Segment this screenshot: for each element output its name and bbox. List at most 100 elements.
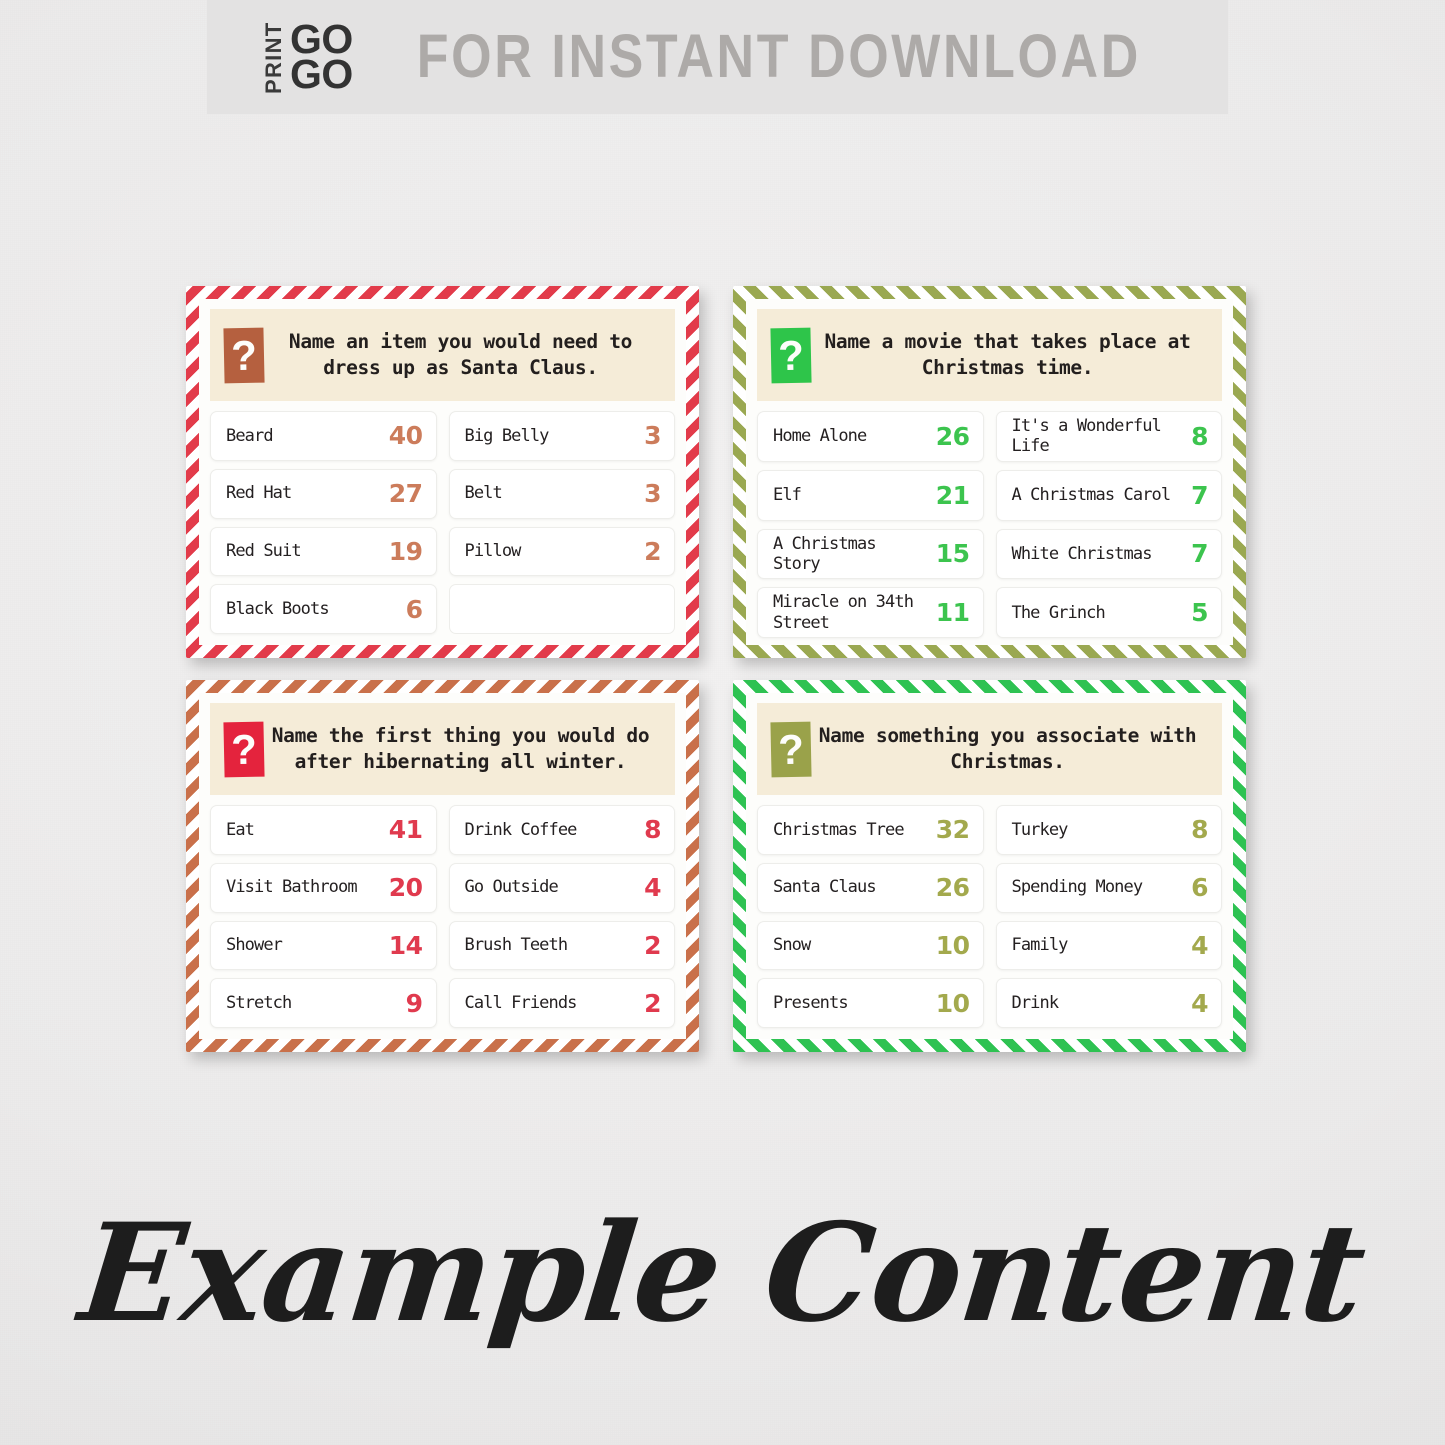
logo-go-bottom: GO	[290, 51, 353, 97]
answer-label: Drink Coffee	[464, 819, 578, 840]
answer-grid: Home Alone 26 It's a Wonderful Life 8 Elf 21 A…	[757, 411, 1222, 639]
card-inner: ? Name a movie that takes place at Christ…	[746, 299, 1233, 645]
answer-row-empty	[448, 584, 675, 634]
answer-label: Shower	[226, 935, 283, 956]
answer-score: 32	[935, 815, 970, 845]
answer-label: Christmas Tree	[773, 819, 905, 840]
answer-score: 4	[644, 873, 661, 903]
answer-label: Drink	[1011, 992, 1060, 1013]
card-grid: ? Name an item you would need to dress up…	[186, 286, 1246, 1052]
answer-label: Elf	[773, 484, 802, 505]
answer-label: Red Suit	[226, 541, 302, 562]
answer-row: Spending Money 6	[995, 862, 1222, 913]
answer-row: Call Friends 2	[448, 978, 675, 1028]
question-text: Name a movie that takes place at Christm…	[824, 329, 1191, 379]
banner-title: FOR INSTANT DOWNLOAD	[416, 22, 1141, 92]
question-header: ? Name an item you would need to dress up…	[210, 309, 675, 401]
answer-score: 9	[405, 988, 423, 1018]
answer-row: Turkey 8	[995, 805, 1222, 855]
answer-label: Santa Claus	[773, 877, 877, 898]
answer-label: Eat	[226, 819, 255, 840]
answer-grid: Beard 40 Big Belly 3 Red Hat 27 Belt 3 Red Suit 1…	[210, 411, 675, 634]
question-mark-icon: ?	[770, 721, 812, 777]
answer-grid: Christmas Tree 32 Turkey 8 Santa Claus 26 Spen…	[757, 805, 1222, 1028]
question-mark-icon: ?	[223, 721, 265, 777]
card-after-hibernating: ? Name the first thing you would do after…	[186, 680, 699, 1052]
answer-label: Miracle on 34th Street	[773, 592, 914, 633]
answer-score: 27	[388, 479, 423, 509]
question-mark-icon: ?	[223, 327, 265, 383]
promo-banner: PRINT GO GO FOR INSTANT DOWNLOAD	[207, 0, 1228, 114]
answer-label: Visit Bathroom	[226, 877, 358, 898]
answer-label: Home Alone	[773, 426, 867, 447]
logo-print-text: PRINT	[261, 21, 286, 94]
answer-score: 3	[644, 421, 661, 451]
answer-score: 6	[1191, 873, 1208, 903]
answer-row: Beard 40	[210, 411, 437, 461]
question-header: ? Name a movie that takes place at Christ…	[757, 309, 1222, 401]
answer-label: A Christmas Story	[773, 533, 877, 574]
answer-row: Red Hat 27	[210, 468, 437, 519]
answer-row: Family 4	[995, 920, 1222, 971]
logo-gogo-text: GO GO	[290, 18, 353, 97]
answer-row: Go Outside 4	[448, 862, 675, 913]
answer-row: Drink 4	[995, 978, 1222, 1028]
answer-label: White Christmas	[1011, 543, 1153, 564]
answer-score: 2	[644, 988, 661, 1018]
answer-label: Spending Money	[1011, 877, 1144, 898]
answer-label: Black Boots	[226, 598, 330, 619]
answer-score: 8	[1191, 421, 1208, 451]
example-content-caption: Example Content	[73, 1193, 1372, 1352]
card-santa-outfit: ? Name an item you would need to dress up…	[186, 286, 699, 658]
answer-row: Visit Bathroom 20	[210, 862, 437, 913]
answer-score: 5	[1191, 598, 1208, 628]
answer-row: Black Boots 6	[210, 584, 437, 634]
answer-score: 4	[1191, 988, 1208, 1018]
answer-row: Santa Claus 26	[757, 862, 984, 913]
card-inner: ? Name something you associate with Chris…	[746, 693, 1233, 1039]
answer-score: 2	[644, 930, 661, 960]
answer-label: Beard	[226, 425, 274, 446]
answer-score: 10	[935, 988, 970, 1018]
answer-score: 26	[935, 421, 970, 451]
answer-score: 6	[405, 594, 423, 624]
answer-row: Elf 21	[757, 469, 984, 521]
answer-score: 41	[388, 815, 423, 845]
answer-row: A Christmas Story 15	[757, 528, 984, 580]
answer-score: 19	[388, 536, 423, 566]
answer-score: 2	[644, 536, 661, 566]
answer-grid: Eat 41 Drink Coffee 8 Visit Bathroom 20 Go Out…	[210, 805, 675, 1028]
answer-row: Home Alone 26	[757, 411, 984, 462]
answer-label: Turkey	[1011, 819, 1069, 840]
answer-label: Brush Teeth	[464, 935, 569, 956]
answer-label: The Grinch	[1011, 602, 1106, 623]
card-christmas-movies: ? Name a movie that takes place at Christ…	[733, 286, 1246, 658]
answer-score: 8	[1191, 815, 1208, 845]
answer-row: Stretch 9	[210, 978, 437, 1028]
answer-row: Shower 14	[210, 920, 437, 971]
printgogo-logo: PRINT GO GO	[261, 18, 353, 97]
answer-label: Presents	[773, 992, 849, 1013]
answer-score: 40	[388, 421, 423, 451]
card-inner: ? Name the first thing you would do after…	[199, 693, 686, 1039]
answer-row: White Christmas 7	[995, 528, 1222, 580]
answer-label: Red Hat	[226, 483, 292, 504]
answer-score: 3	[644, 479, 661, 509]
answer-row: The Grinch 5	[995, 587, 1222, 639]
answer-row: Belt 3	[448, 468, 675, 519]
answer-row: Red Suit 19	[210, 526, 437, 577]
answer-row: Christmas Tree 32	[757, 805, 984, 855]
question-text: Name something you associate with Christ…	[818, 723, 1197, 773]
answer-label: Pillow	[464, 541, 522, 562]
answer-label: Big Belly	[464, 425, 550, 446]
answer-label: Stretch	[226, 992, 292, 1013]
card-inner: ? Name an item you would need to dress up…	[199, 299, 686, 645]
answer-score: 4	[1191, 930, 1208, 960]
question-mark-icon: ?	[770, 327, 812, 383]
answer-score: 26	[935, 873, 970, 903]
answer-label: Snow	[773, 935, 811, 956]
answer-label: Go Outside	[464, 877, 559, 898]
answer-score: 8	[644, 815, 661, 845]
answer-row: Brush Teeth 2	[448, 920, 675, 971]
question-header: ? Name something you associate with Chris…	[757, 703, 1222, 795]
